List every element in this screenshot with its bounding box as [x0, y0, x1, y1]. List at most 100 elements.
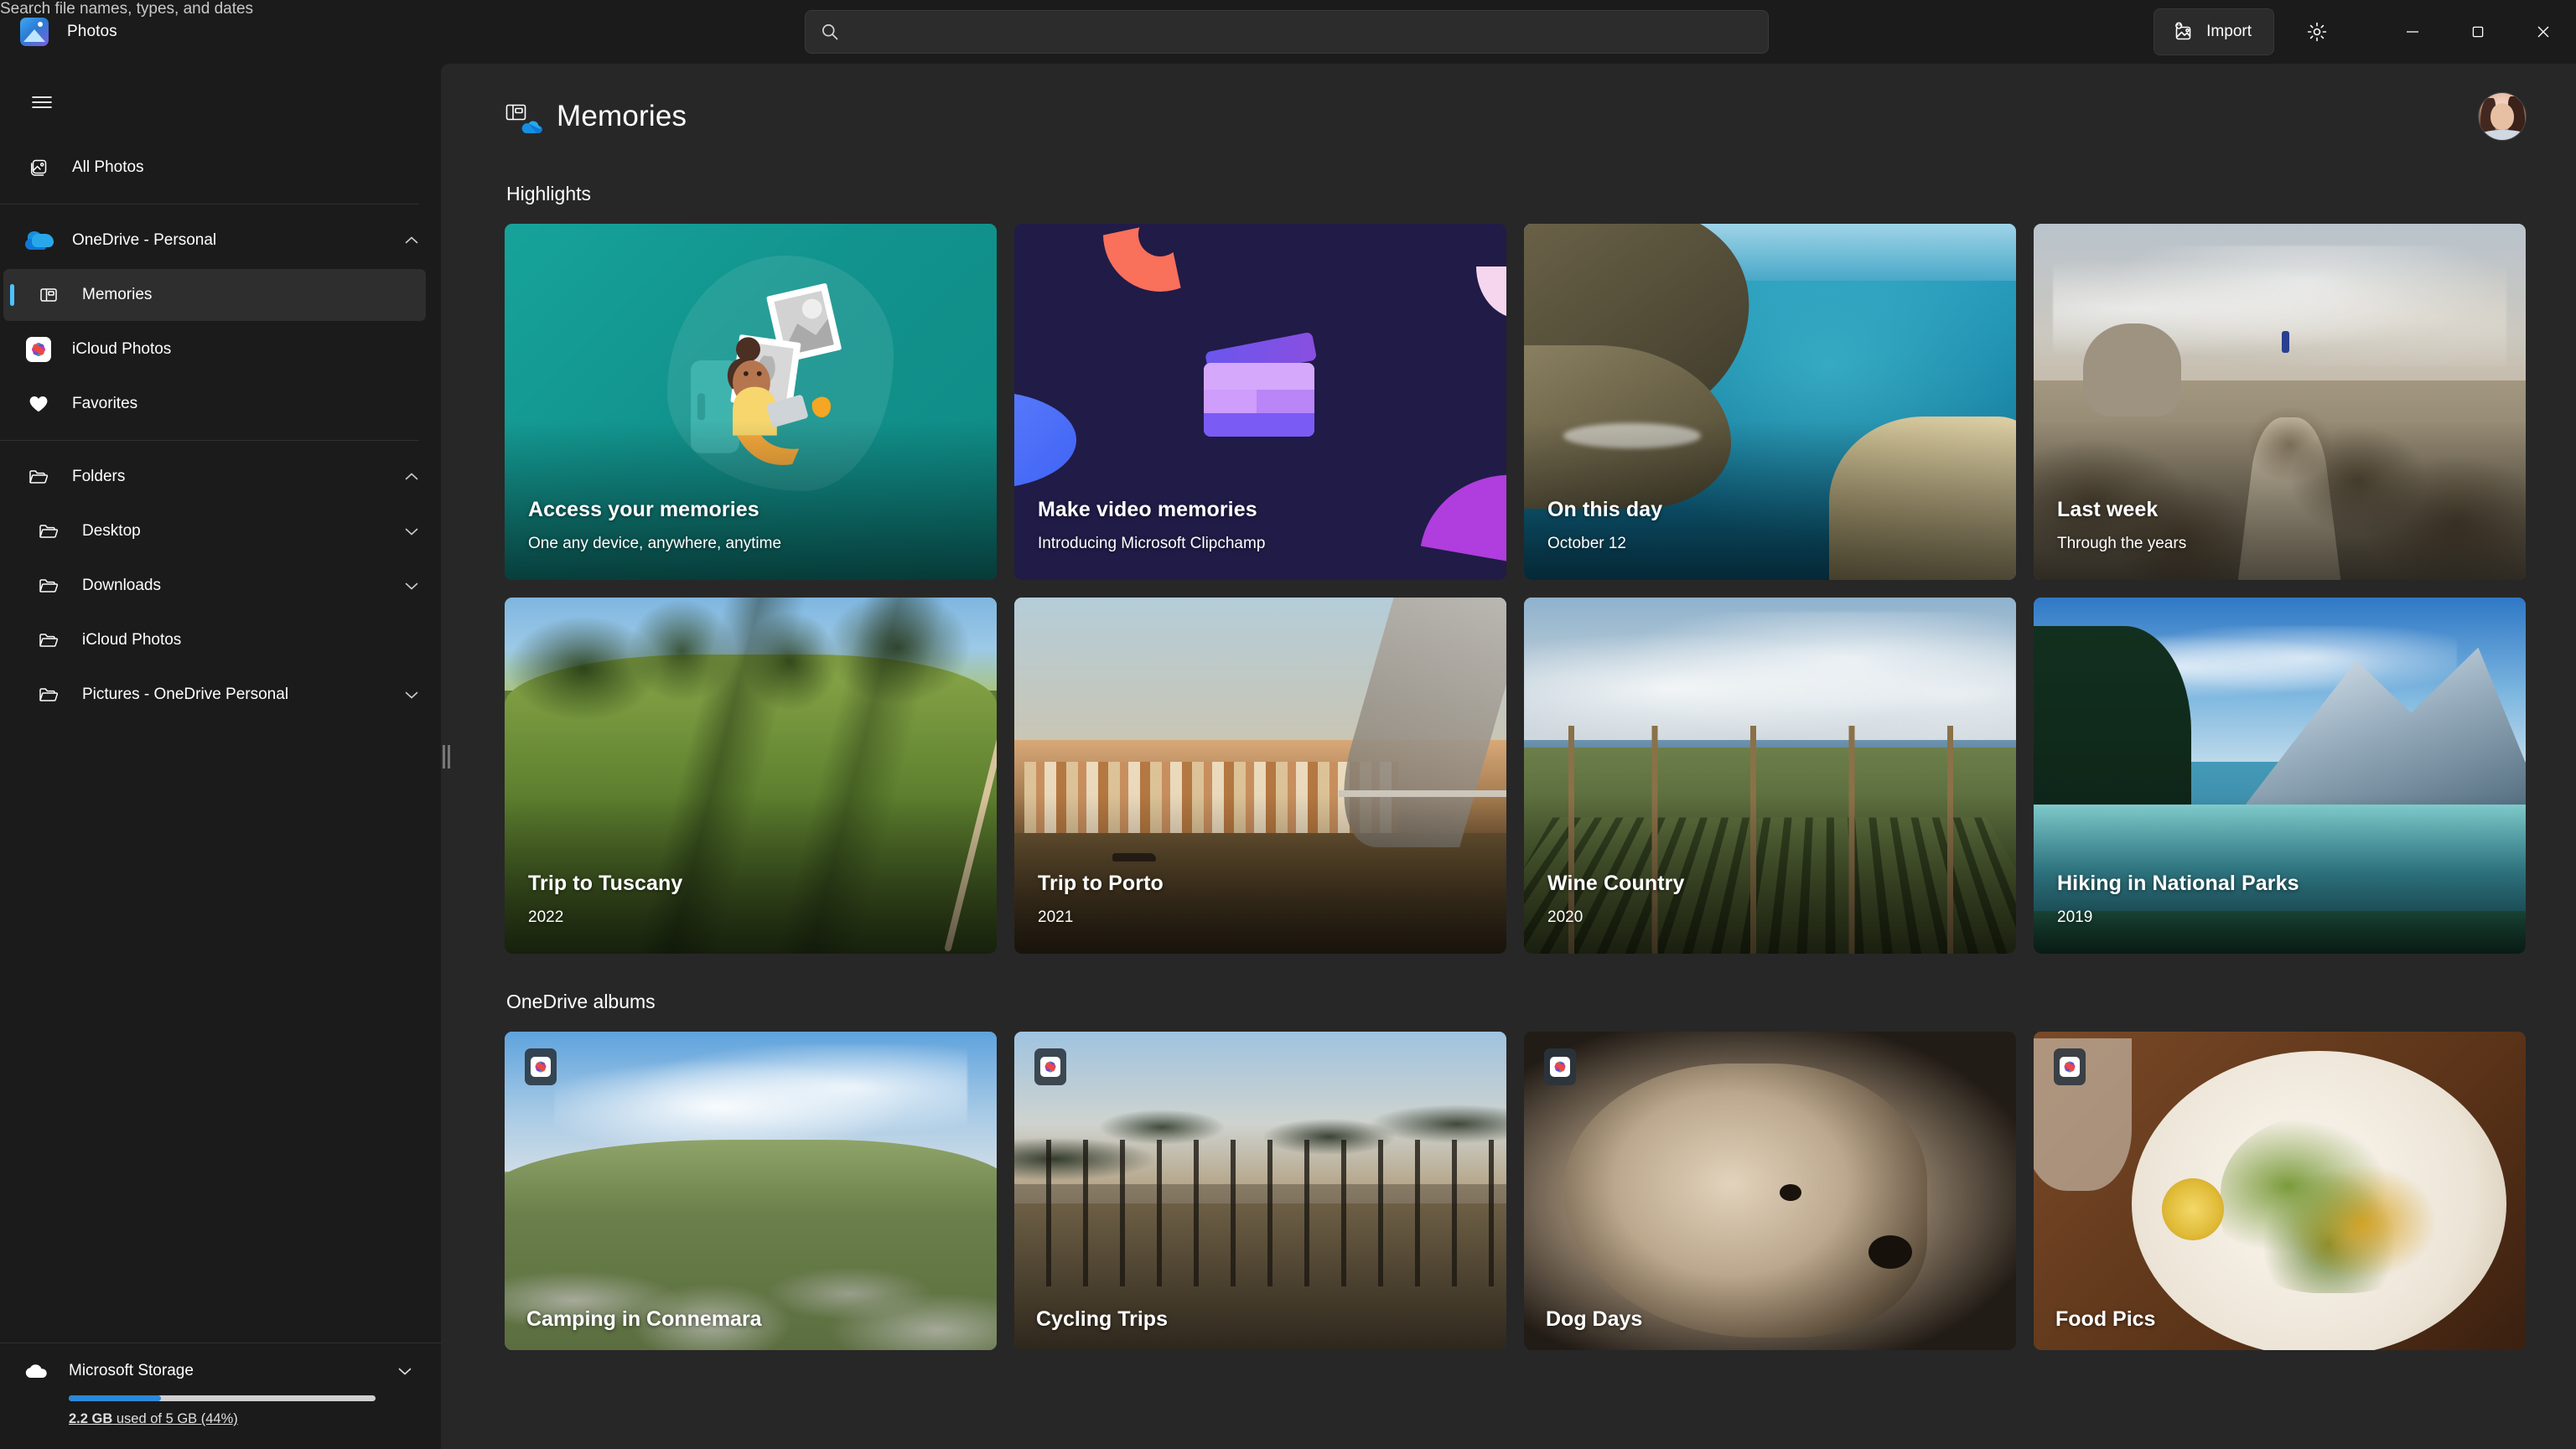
storage-title: Microsoft Storage	[69, 1362, 194, 1379]
card-caption: Wine Country 2020	[1547, 872, 1684, 927]
card-title: Trip to Tuscany	[528, 872, 683, 895]
card-title: Hiking in National Parks	[2057, 872, 2299, 895]
photos-app-window: Photos Search file names, types, and dat…	[0, 0, 2576, 1449]
folder-icon	[25, 468, 52, 486]
card-title: Trip to Porto	[1038, 872, 1164, 895]
sidebar-item-label: All Photos	[72, 158, 144, 176]
highlight-card-trip-to-porto[interactable]: Trip to Porto 2021	[1014, 598, 1506, 954]
sidebar-item-label: iCloud Photos	[82, 631, 182, 649]
album-card-dog-days[interactable]: Dog Days	[1524, 1032, 2016, 1350]
sidebar-item-label: Folders	[72, 468, 126, 485]
avatar-face	[2490, 103, 2514, 130]
sidebar-item-desktop[interactable]: Desktop	[3, 505, 426, 557]
sidebar-item-label: iCloud Photos	[72, 340, 172, 358]
highlight-card-trip-to-tuscany[interactable]: Trip to Tuscany 2022	[505, 598, 997, 954]
sidebar-item-icloud-photos-folder[interactable]: iCloud Photos	[3, 614, 426, 666]
decorative-coral-arc	[1092, 224, 1227, 302]
sidebar-item-onedrive-personal[interactable]: OneDrive - Personal	[3, 215, 426, 267]
card-title: Make video memories	[1038, 498, 1257, 521]
chevron-up-icon[interactable]	[397, 472, 426, 482]
page-header: Memories	[505, 64, 2526, 169]
storage-panel: Microsoft Storage 2.2 GB used of 5 GB (4…	[0, 1343, 441, 1449]
sidebar-item-label: Desktop	[82, 522, 141, 540]
sidebar-item-downloads[interactable]: Downloads	[3, 560, 426, 612]
cycling-path-photo	[1014, 1032, 1506, 1350]
chevron-down-icon[interactable]	[391, 1366, 419, 1376]
highlight-card-make-video-memories[interactable]: Make video memories Introducing Microsof…	[1014, 224, 1506, 580]
food-plate-photo	[2034, 1032, 2526, 1350]
main-content-inner: Memories Highlights Access your memories…	[441, 64, 2576, 1449]
card-caption: Trip to Tuscany 2022	[528, 872, 682, 927]
photo-stack-icon	[25, 157, 52, 179]
avatar-shoulder	[2479, 130, 2526, 140]
page-title-group: Memories	[505, 100, 2479, 133]
sidebar-item-label: Downloads	[82, 577, 161, 594]
card-subtitle: October 12	[1547, 535, 1626, 552]
card-title: Last week	[2057, 498, 2159, 521]
highlight-card-access-your-memories[interactable]: Access your memories One any device, any…	[505, 224, 997, 580]
folder-icon	[35, 577, 62, 595]
card-caption: Make video memories Introducing Microsof…	[1038, 498, 1265, 553]
card-title: Wine Country	[1547, 872, 1685, 895]
card-subtitle: Introducing Microsoft Clipchamp	[1038, 535, 1266, 552]
decorative-purple-leaf	[1420, 460, 1506, 563]
album-card-camping-in-connemara[interactable]: Camping in Connemara	[505, 1032, 997, 1350]
sidebar-item-label: Memories	[82, 286, 153, 303]
page-title: Memories	[557, 100, 687, 132]
highlight-card-wine-country[interactable]: Wine Country 2020	[1524, 598, 2016, 954]
album-card-cycling-trips[interactable]: Cycling Trips	[1014, 1032, 1506, 1350]
chevron-down-icon[interactable]	[397, 581, 426, 591]
onedrive-cloud-icon	[25, 231, 54, 250]
cloud-icon	[22, 1363, 50, 1379]
card-caption: Last week Through the years	[2057, 498, 2186, 553]
title-bar: Photos Search file names, types, and dat…	[0, 0, 2576, 64]
user-avatar[interactable]	[2479, 93, 2526, 140]
album-card-food-pics[interactable]: Food Pics	[2034, 1032, 2526, 1350]
sidebar-divider-2	[0, 440, 419, 441]
sidebar-item-folders[interactable]: Folders	[3, 451, 426, 503]
search-container: Search file names, types, and dates	[0, 0, 2154, 54]
storage-usage-link[interactable]: 2.2 GB used of 5 GB (44%)	[69, 1411, 419, 1427]
navigation-sidebar: All Photos OneDrive - Personal Memories …	[0, 64, 441, 1449]
chevron-down-icon[interactable]	[397, 690, 426, 700]
album-title: Camping in Connemara	[526, 1307, 762, 1331]
section-title-onedrive-albums: OneDrive albums	[506, 991, 656, 1012]
card-subtitle: 2022	[528, 908, 564, 926]
clapperboard-icon	[1203, 331, 1318, 439]
album-title: Food Pics	[2055, 1307, 2156, 1331]
chevron-up-icon[interactable]	[397, 235, 426, 246]
menu-button[interactable]	[12, 72, 72, 132]
sidebar-splitter[interactable]	[441, 64, 451, 1449]
card-subtitle: Through the years	[2057, 535, 2187, 552]
highlight-card-hiking-in-national-parks[interactable]: Hiking in National Parks 2019	[2034, 598, 2526, 954]
card-title: Access your memories	[528, 498, 759, 521]
album-title: Cycling Trips	[1036, 1307, 1168, 1331]
sidebar-item-icloud-photos[interactable]: iCloud Photos	[3, 323, 426, 375]
selection-indicator	[10, 284, 14, 306]
sidebar-item-pictures-onedrive[interactable]: Pictures - OneDrive Personal	[3, 669, 426, 721]
highlight-card-on-this-day[interactable]: On this day October 12	[1524, 224, 2016, 580]
heart-icon	[25, 394, 52, 414]
sidebar-item-label: Favorites	[72, 395, 138, 412]
search-input[interactable]: Search file names, types, and dates	[0, 0, 1769, 54]
card-caption: Hiking in National Parks 2019	[2057, 872, 2299, 927]
storage-progress-bar	[69, 1395, 376, 1401]
icloud-photos-icon	[2054, 1048, 2086, 1085]
sidebar-item-all-photos[interactable]: All Photos	[3, 142, 426, 194]
storage-header[interactable]: Microsoft Storage	[22, 1362, 419, 1380]
icloud-photos-icon	[25, 337, 52, 362]
sidebar-item-memories[interactable]: Memories	[3, 269, 426, 321]
chevron-down-icon[interactable]	[397, 526, 426, 536]
highlights-grid: Access your memories One any device, any…	[505, 224, 2526, 954]
decorative-pink-leaf	[1476, 267, 1506, 318]
card-caption: On this day October 12	[1547, 498, 1662, 553]
sidebar-item-favorites[interactable]: Favorites	[3, 378, 426, 430]
highlight-card-last-week[interactable]: Last week Through the years	[2034, 224, 2526, 580]
icloud-photos-icon	[1034, 1048, 1066, 1085]
sidebar-item-label: Pictures - OneDrive Personal	[82, 686, 289, 703]
storage-used-value: 2.2 GB	[69, 1411, 113, 1426]
main-content: Memories Highlights Access your memories…	[441, 64, 2576, 1449]
albums-grid: Camping in Connemara Cycling Trips Dog D…	[505, 1032, 2526, 1350]
card-title: On this day	[1547, 498, 1663, 521]
card-subtitle: 2019	[2057, 908, 2093, 926]
